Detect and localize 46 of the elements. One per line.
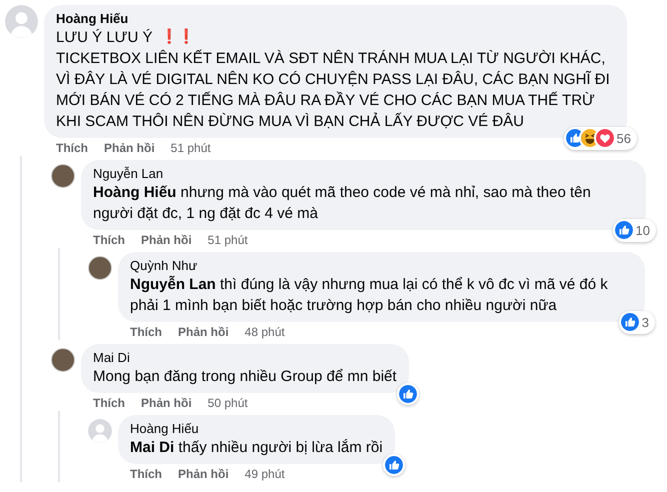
comment-text: Hoàng Hiếu nhưng mà vào quét mã theo code vé mà nhỉ, sao mà theo tên người đặt đc, 1 ng đặt đc 4 vé mà bbox=[93, 183, 592, 224]
comment-time[interactable]: 51 phút bbox=[208, 232, 248, 248]
heart-icon bbox=[596, 129, 614, 148]
comment-time[interactable]: 50 phút bbox=[208, 395, 248, 411]
reaction-badge[interactable] bbox=[382, 454, 405, 476]
reply-link[interactable]: Phản hồi bbox=[141, 232, 192, 248]
reaction-count: 10 bbox=[636, 222, 651, 240]
author-name[interactable]: Hoàng Hiếu bbox=[130, 420, 383, 437]
like-icon bbox=[614, 221, 633, 240]
author-name[interactable]: Hoàng Hiếu bbox=[56, 10, 615, 27]
like-icon bbox=[384, 456, 403, 474]
comment-text: Nguyễn Lan thì đúng là vậy nhưng mua lại có thể k vô đc vì mã vé đó k phải 1 mình bạn biết hoặc trường hợp bán cho nhiều người nữa bbox=[130, 274, 609, 316]
like-link[interactable]: Thích bbox=[93, 395, 125, 411]
reaction-count: 56 bbox=[616, 130, 632, 148]
reaction-badge[interactable]: 56 bbox=[564, 126, 637, 150]
like-icon bbox=[566, 129, 584, 148]
like-icon bbox=[398, 385, 417, 403]
exclamation-marks: ❗❗ bbox=[160, 28, 194, 47]
avatar-silhouette-icon bbox=[88, 419, 112, 443]
author-name[interactable]: Mai Di bbox=[93, 349, 397, 366]
like-icon bbox=[620, 313, 639, 332]
reply-link[interactable]: Phản hồi bbox=[104, 140, 155, 156]
comment-text: Mong bạn đăng trong nhiều Group để mn biết bbox=[93, 367, 397, 387]
comment-headline: LƯU Ý LƯU Ý bbox=[56, 28, 152, 48]
reaction-badge[interactable]: 3 bbox=[618, 310, 655, 334]
like-link[interactable]: Thích bbox=[93, 232, 125, 248]
reaction-badge[interactable]: 10 bbox=[612, 218, 656, 242]
reply-link[interactable]: Phản hồi bbox=[178, 324, 229, 340]
reaction-badge[interactable] bbox=[396, 383, 419, 405]
avatar-photo-placeholder[interactable] bbox=[88, 256, 112, 280]
reply-link[interactable]: Phản hồi bbox=[178, 466, 229, 482]
author-name[interactable]: Quỳnh Như bbox=[130, 257, 633, 274]
like-link[interactable]: Thích bbox=[56, 140, 88, 156]
comment-time[interactable]: 49 phút bbox=[244, 466, 285, 482]
like-link[interactable]: Thích bbox=[130, 324, 162, 340]
author-name[interactable]: Nguyễn Lan bbox=[93, 165, 634, 182]
reaction-count: 3 bbox=[642, 314, 650, 332]
comment-text: Mai Di thấy nhiều người bị lừa lắm rồi bbox=[130, 438, 383, 458]
avatar-silhouette-icon bbox=[5, 5, 38, 38]
reply-link[interactable]: Phản hồi bbox=[141, 395, 192, 411]
comment-time[interactable]: 48 phút bbox=[244, 324, 285, 340]
comment-time[interactable]: 51 phút bbox=[170, 140, 211, 156]
avatar-photo-placeholder[interactable] bbox=[51, 348, 75, 372]
laughing-face-icon bbox=[580, 129, 599, 148]
like-link[interactable]: Thích bbox=[130, 466, 162, 482]
avatar-photo-placeholder[interactable] bbox=[51, 164, 75, 188]
